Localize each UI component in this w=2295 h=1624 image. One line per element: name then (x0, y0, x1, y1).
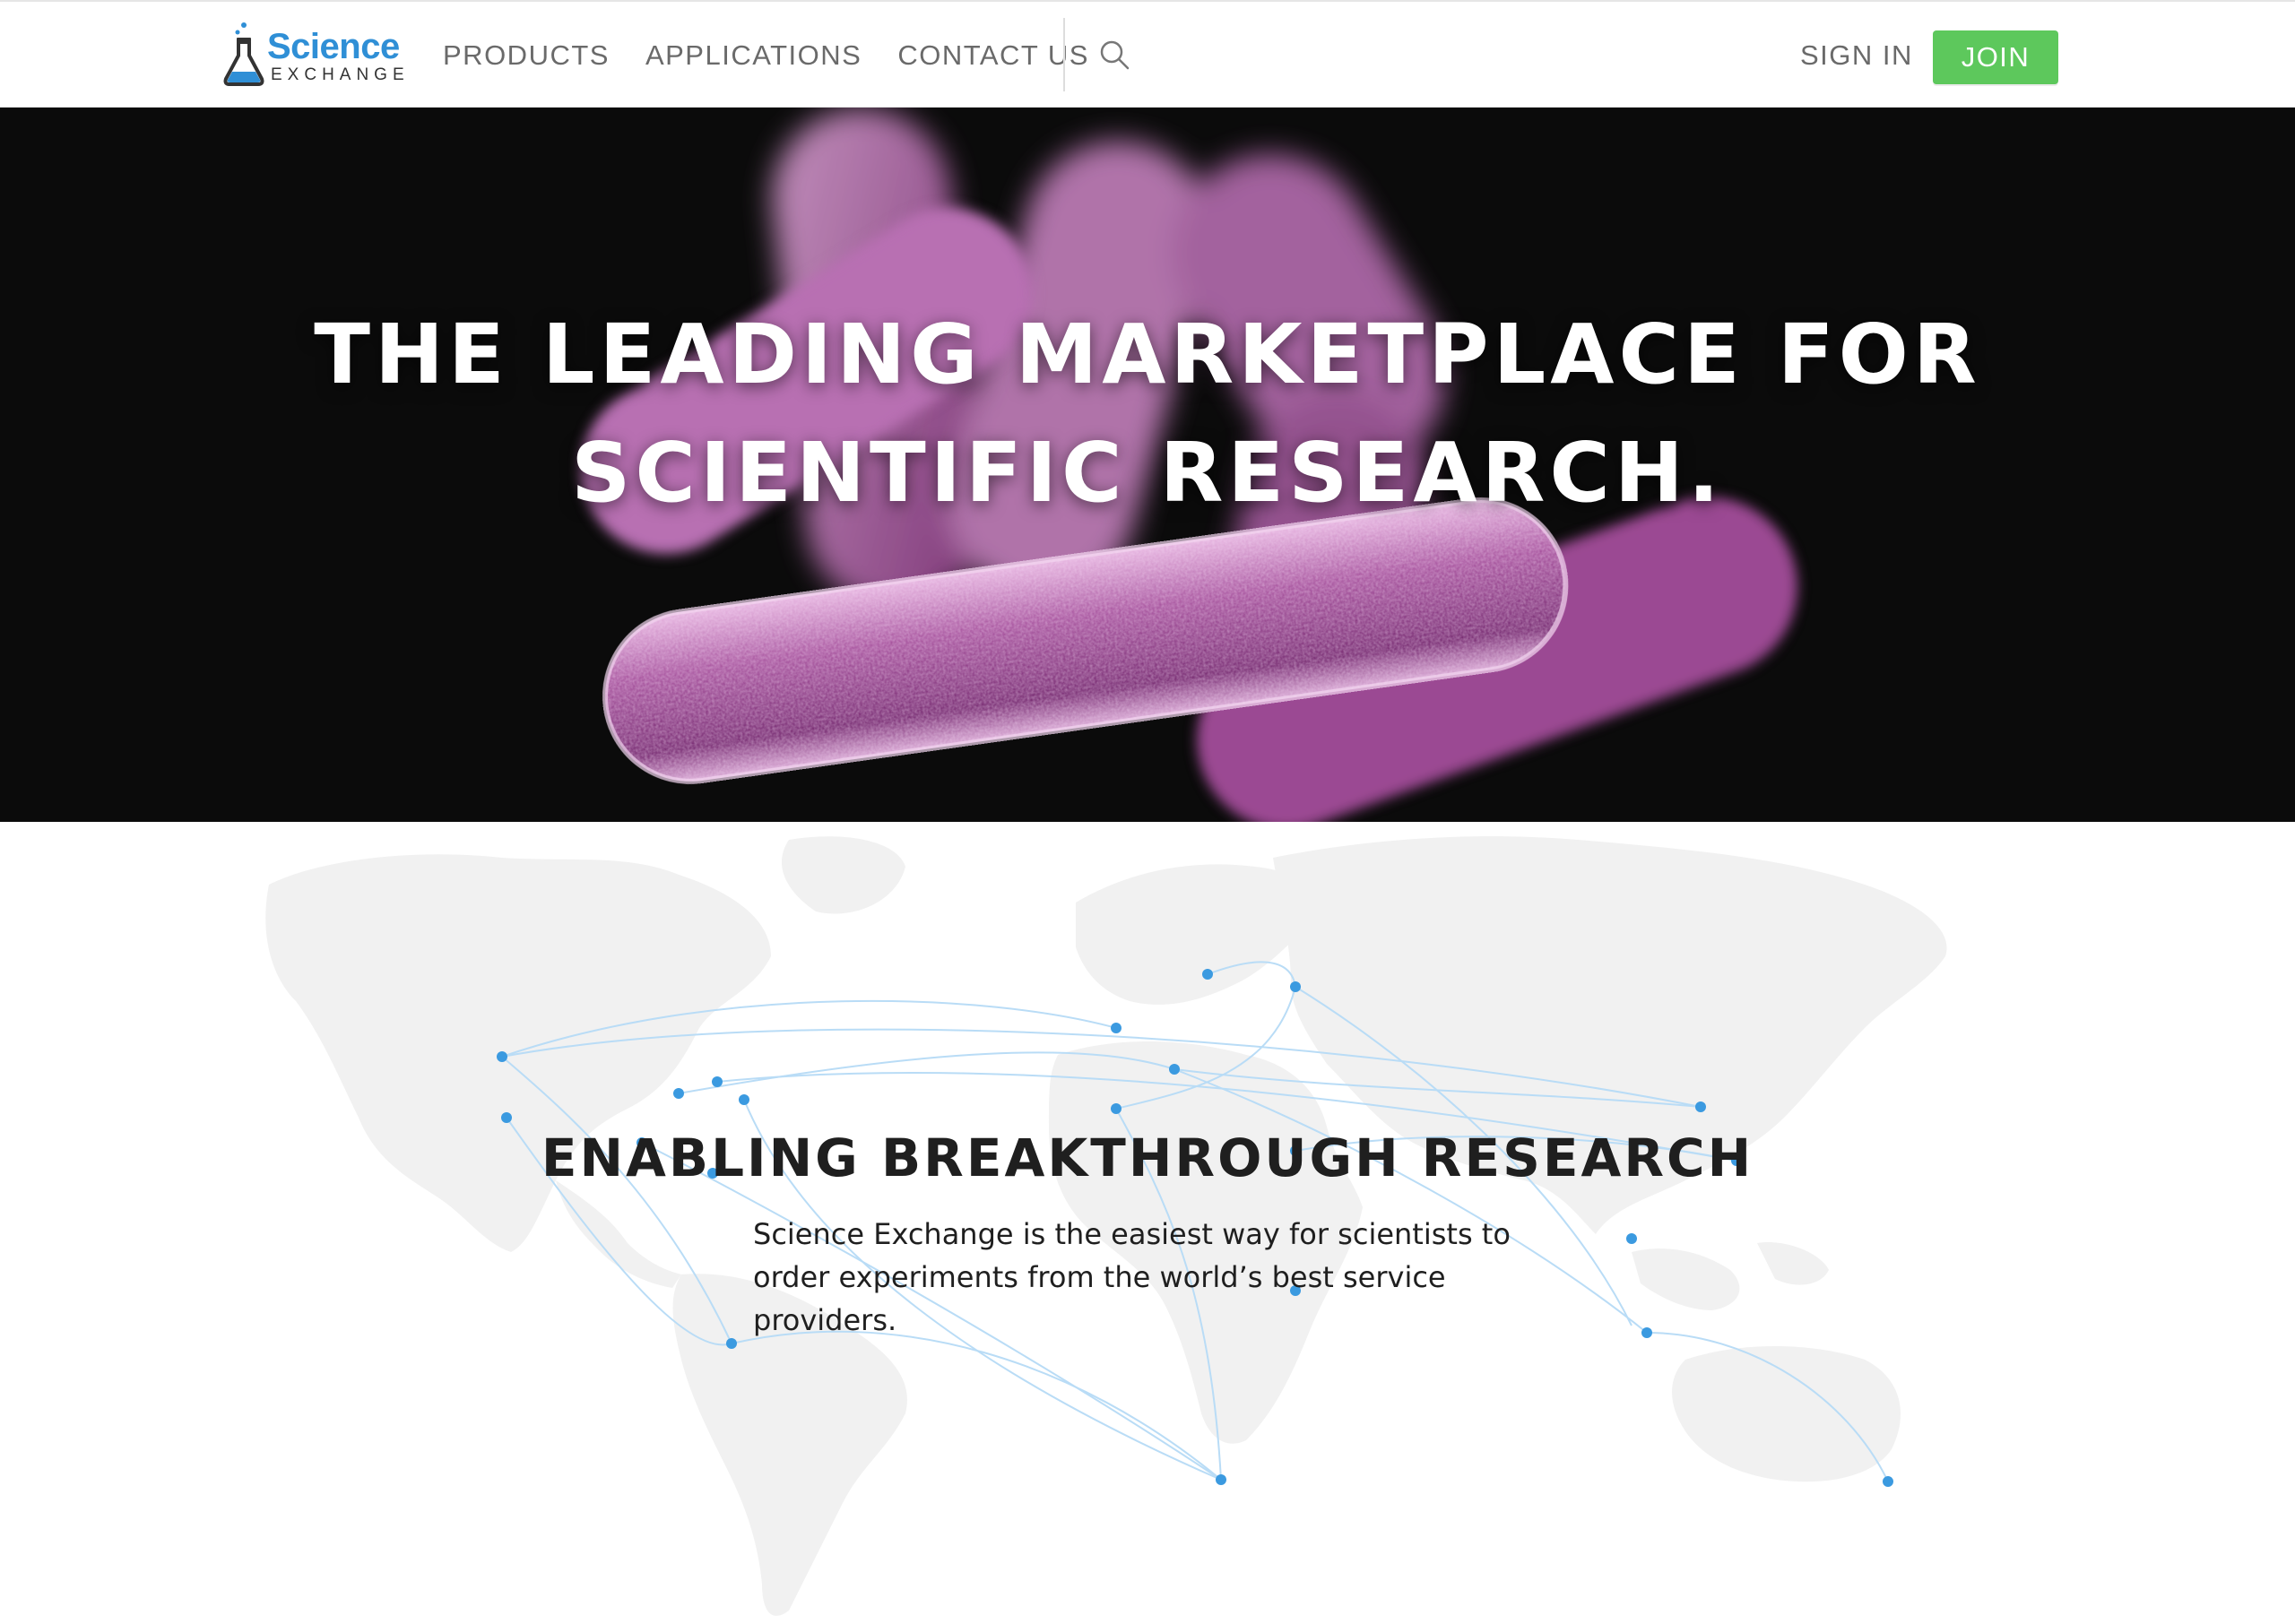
breakthrough-section: ENABLING BREAKTHROUGH RESEARCH Science E… (0, 822, 2295, 1624)
main-nav: PRODUCTS APPLICATIONS CONTACT US (443, 2, 1125, 109)
section-heading: ENABLING BREAKTHROUGH RESEARCH (541, 1127, 1754, 1188)
search-icon (1100, 40, 1130, 70)
join-button[interactable]: JOIN (1933, 30, 2058, 84)
hero-heading-line1: THE LEADING MARKETPLACE FOR (314, 307, 1981, 402)
science-exchange-logo[interactable]: Science EXCHANGE (221, 20, 404, 90)
sign-in-link[interactable]: SIGN IN (1800, 2, 1913, 109)
logo-word-exchange: EXCHANGE (271, 65, 410, 84)
section-description: Science Exchange is the easiest way for … (753, 1217, 1511, 1337)
nav-products[interactable]: PRODUCTS (443, 39, 610, 72)
nav-divider (1063, 18, 1065, 91)
hero-heading-line2: SCIENTIFIC RESEARCH. (571, 425, 1724, 521)
logo-word-science: Science (267, 27, 400, 66)
search-button[interactable] (1097, 38, 1133, 73)
flask-icon (223, 22, 264, 86)
top-navigation-bar: Science EXCHANGE PRODUCTS APPLICATIONS C… (0, 0, 2295, 108)
nav-contact-us[interactable]: CONTACT US (897, 39, 1089, 72)
nav-applications[interactable]: APPLICATIONS (645, 39, 862, 72)
hero-banner: THE LEADING MARKETPLACE FOR SCIENTIFIC R… (0, 108, 2295, 822)
hero-heading: THE LEADING MARKETPLACE FOR SCIENTIFIC R… (0, 296, 2295, 532)
